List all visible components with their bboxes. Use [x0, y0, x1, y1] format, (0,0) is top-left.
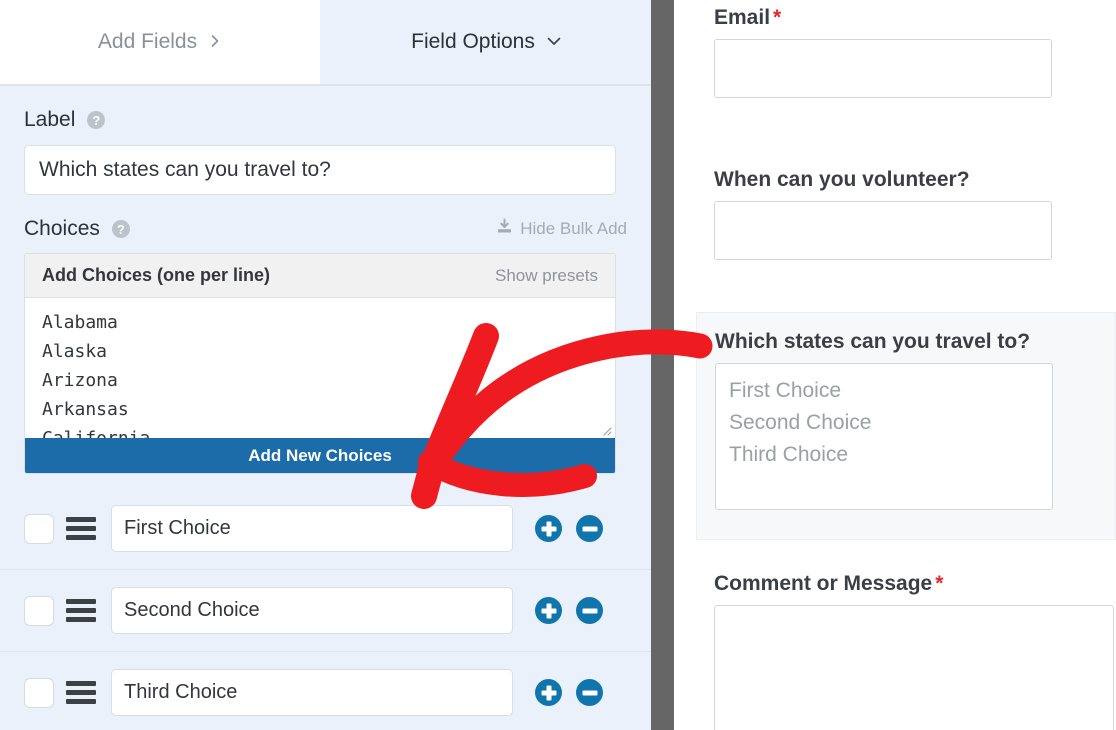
- preview-label-text: Which states can you travel to?: [715, 330, 1031, 353]
- label-section-title: Label: [24, 108, 76, 131]
- chevron-down-icon: [546, 34, 561, 48]
- help-circle-icon[interactable]: ?: [87, 111, 106, 129]
- show-presets-link[interactable]: Show presets: [495, 266, 598, 286]
- label-section-header: Label ?: [0, 108, 651, 132]
- preview-field-label: Which states can you travel to?: [715, 330, 1097, 354]
- preview-label-text: Comment or Message: [714, 572, 933, 595]
- comment-textarea[interactable]: [714, 605, 1114, 730]
- list-item[interactable]: Second Choice: [729, 407, 1039, 439]
- choices-section-header: Choices ? Hide Bulk Add: [0, 217, 651, 241]
- preview-field-label: Email *: [714, 6, 1052, 30]
- tab-field-options[interactable]: Field Options: [320, 0, 651, 84]
- preview-active-inner: Which states can you travel to? First Ch…: [697, 313, 1115, 527]
- panel-divider[interactable]: [651, 0, 674, 730]
- bulk-add-header: Add Choices (one per line) Show presets: [25, 254, 615, 298]
- required-asterisk: *: [773, 6, 782, 29]
- minus-circle-icon[interactable]: [576, 597, 603, 624]
- drag-handle-icon[interactable]: [66, 599, 96, 622]
- bulk-add-title: Add Choices (one per line): [42, 265, 271, 285]
- tab-add-fields[interactable]: Add Fields: [0, 0, 320, 84]
- preview-field-volunteer[interactable]: When can you volunteer?: [714, 168, 1052, 260]
- tab-add-fields-label: Add Fields: [97, 30, 198, 53]
- hide-bulk-add-label: Hide Bulk Add: [520, 219, 627, 238]
- table-row: [0, 570, 651, 652]
- add-new-choices-button[interactable]: Add New Choices: [25, 438, 615, 473]
- choice-checkbox[interactable]: [24, 513, 54, 544]
- email-field[interactable]: [714, 39, 1052, 98]
- form-builder-panel: Add Fields Field Options Label ? Which s…: [0, 0, 651, 730]
- form-preview-panel: Email * When can you volunteer? Which sta…: [674, 0, 1116, 730]
- choice-value-input[interactable]: [111, 505, 513, 552]
- choice-value-input[interactable]: [111, 669, 513, 716]
- minus-circle-icon[interactable]: [576, 679, 603, 706]
- preview-field-label: When can you volunteer?: [714, 168, 1052, 192]
- preview-field-email[interactable]: Email *: [714, 6, 1052, 98]
- preview-label-text: When can you volunteer?: [714, 168, 970, 191]
- choice-checkbox[interactable]: [24, 677, 54, 708]
- chevron-right-icon: [208, 34, 222, 48]
- builder-tab-bar: Add Fields Field Options: [0, 0, 651, 86]
- states-multiselect[interactable]: First Choice Second Choice Third Choice: [715, 363, 1053, 510]
- bulk-add-textarea[interactable]: Alabama Alaska Arizona Arkansas Californ…: [25, 298, 615, 438]
- table-row: [0, 488, 651, 570]
- choice-value-input[interactable]: [111, 587, 513, 634]
- plus-circle-icon[interactable]: [535, 679, 562, 706]
- volunteer-field[interactable]: [714, 201, 1052, 260]
- plus-circle-icon[interactable]: [535, 515, 562, 542]
- drag-handle-icon[interactable]: [66, 517, 96, 540]
- drag-handle-icon[interactable]: [66, 681, 96, 704]
- field-options-body: Label ? Choices ? Hide Bulk Add: [0, 86, 651, 730]
- preview-label-text: Email: [714, 6, 771, 29]
- plus-circle-icon[interactable]: [535, 597, 562, 624]
- tab-field-options-label: Field Options: [411, 30, 535, 53]
- required-asterisk: *: [935, 572, 944, 595]
- field-label-input[interactable]: [24, 145, 616, 195]
- preview-field-comment[interactable]: Comment or Message *: [714, 572, 1114, 730]
- app-root: Add Fields Field Options Label ? Which s…: [0, 0, 1116, 730]
- choices-list: [0, 488, 651, 730]
- choice-checkbox[interactable]: [24, 595, 54, 626]
- hide-bulk-add-toggle[interactable]: Hide Bulk Add: [496, 218, 627, 240]
- bulk-add-panel: Add Choices (one per line) Show presets …: [24, 253, 616, 474]
- preview-field-label: Comment or Message *: [714, 572, 1114, 596]
- help-circle-icon[interactable]: ?: [111, 220, 130, 238]
- list-item[interactable]: Third Choice: [729, 439, 1039, 471]
- download-icon: [496, 218, 513, 240]
- table-row: [0, 652, 651, 730]
- choices-section-title: Choices: [24, 217, 100, 240]
- minus-circle-icon[interactable]: [576, 515, 603, 542]
- list-item[interactable]: First Choice: [729, 375, 1039, 407]
- add-new-choices-label: Add New Choices: [248, 445, 392, 465]
- preview-field-states-active[interactable]: Which states can you travel to? First Ch…: [696, 312, 1116, 540]
